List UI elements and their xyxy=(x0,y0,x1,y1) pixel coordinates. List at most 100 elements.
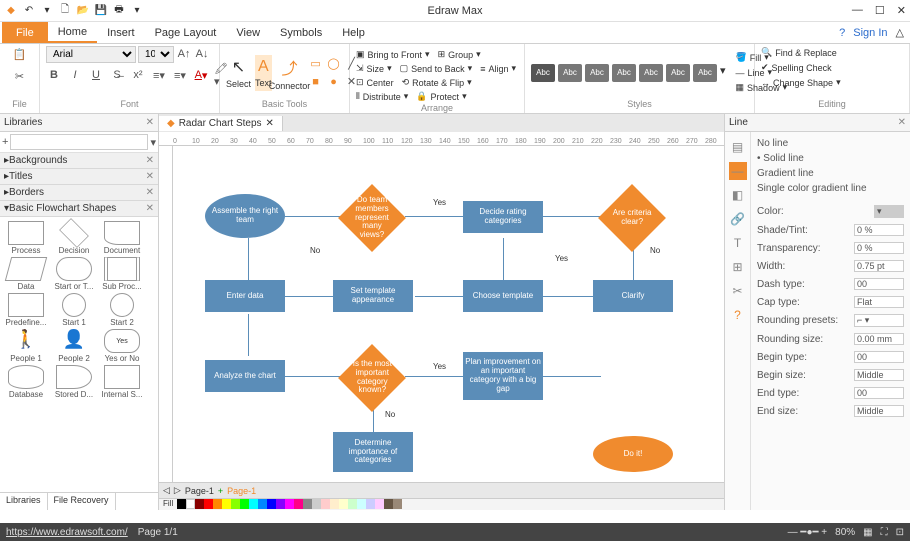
library-search-input[interactable] xyxy=(10,134,148,150)
open-icon[interactable]: 📂 xyxy=(76,4,90,18)
underline-icon[interactable]: U xyxy=(88,67,104,83)
shape-decision[interactable]: Decision xyxy=(52,221,96,255)
center[interactable]: ⊡ Center xyxy=(356,76,394,89)
save-icon[interactable]: 💾 xyxy=(94,4,108,18)
size[interactable]: ⇲ Size ▾ xyxy=(356,62,392,75)
tab-help[interactable]: Help xyxy=(332,22,375,43)
shape-stored-data[interactable]: Stored D... xyxy=(52,365,96,399)
fill-rect-icon[interactable]: ■ xyxy=(308,74,324,90)
line-type-solid[interactable]: • Solid line xyxy=(757,151,904,166)
shape-document[interactable]: Document xyxy=(100,221,144,255)
page-1-alt[interactable]: Page-1 xyxy=(227,486,256,496)
page-prev-icon[interactable]: ◁ xyxy=(163,485,170,496)
bullets-icon[interactable]: ≡▾ xyxy=(151,67,167,83)
font-size-select[interactable]: 10 xyxy=(138,46,174,63)
file-menu[interactable]: File xyxy=(2,22,48,43)
maximize-icon[interactable]: ☐ xyxy=(875,4,885,17)
preview-icon[interactable]: ▾ xyxy=(130,4,144,18)
rotate-flip[interactable]: ⟲ Rotate & Flip ▾ xyxy=(402,76,472,89)
style-thumb-7[interactable]: Abc xyxy=(693,64,717,82)
scissors-tool-icon[interactable]: ✂ xyxy=(729,282,747,300)
swatch[interactable] xyxy=(339,499,348,509)
swatch[interactable] xyxy=(303,499,312,509)
shape-start1[interactable]: Start 1 xyxy=(52,293,96,327)
style-thumb-6[interactable]: Abc xyxy=(666,64,690,82)
change-shape[interactable]: ↔ Change Shape ▾ xyxy=(761,76,841,89)
style-thumb-3[interactable]: Abc xyxy=(585,64,609,82)
esize-value[interactable]: Middle xyxy=(854,405,904,417)
find-replace[interactable]: 🔍 Find & Replace xyxy=(761,46,837,59)
align-icon[interactable]: ≡▾ xyxy=(172,67,188,83)
swatch[interactable] xyxy=(312,499,321,509)
font-color-icon[interactable]: A▾ xyxy=(193,67,209,83)
rsize-value[interactable]: 0.00 mm xyxy=(854,333,904,345)
connector[interactable] xyxy=(543,216,601,217)
connector[interactable] xyxy=(248,238,249,280)
fit-icon[interactable]: ⊡ xyxy=(896,527,904,538)
swatch[interactable] xyxy=(375,499,384,509)
ruler-tool-icon[interactable]: ⊞ xyxy=(729,258,747,276)
tab-symbols[interactable]: Symbols xyxy=(270,22,332,43)
distribute[interactable]: ⫴ Distribute ▾ xyxy=(356,90,408,103)
bsize-value[interactable]: Middle xyxy=(854,369,904,381)
cap-value[interactable]: Flat xyxy=(854,296,904,308)
node-criteria-clear[interactable]: Are criteria clear? xyxy=(598,184,666,252)
color-picker[interactable]: ▾ xyxy=(874,205,904,218)
grow-font-icon[interactable]: A↑ xyxy=(176,46,192,62)
print-icon[interactable]: 🖶 xyxy=(112,4,126,18)
shape-data[interactable]: Data xyxy=(4,257,48,291)
node-plan-improvement[interactable]: Plan improvement on an important categor… xyxy=(463,352,543,400)
shadow-tool-icon[interactable]: ◧ xyxy=(729,186,747,204)
collapse-ribbon-icon[interactable]: △ xyxy=(896,26,904,39)
line-type-no-line[interactable]: No line xyxy=(757,136,904,151)
line-panel-close-icon[interactable]: ✕ xyxy=(898,117,906,128)
swatch[interactable] xyxy=(366,499,375,509)
swatch[interactable] xyxy=(177,499,186,509)
tab-file-recovery[interactable]: File Recovery xyxy=(48,493,116,510)
spelling-check[interactable]: ✔ Spelling Check xyxy=(761,61,832,74)
page-next-icon[interactable]: ▷ xyxy=(174,485,181,496)
lib-cat-borders[interactable]: ▸ Borders✕ xyxy=(0,185,158,201)
undo-icon[interactable]: ↶ xyxy=(22,4,36,18)
node-clarify[interactable]: Clarify xyxy=(593,280,673,312)
connector[interactable] xyxy=(405,216,463,217)
tab-home[interactable]: Home xyxy=(48,22,97,43)
tab-close-icon[interactable]: ✕ xyxy=(266,118,274,129)
swatch[interactable] xyxy=(249,499,258,509)
sign-in-link[interactable]: Sign In xyxy=(853,27,887,39)
swatch[interactable] xyxy=(213,499,222,509)
select-tool[interactable]: ↖Select xyxy=(226,55,251,91)
swatch[interactable] xyxy=(267,499,276,509)
swatch[interactable] xyxy=(384,499,393,509)
shape-database[interactable]: Database xyxy=(4,365,48,399)
swatch[interactable] xyxy=(276,499,285,509)
shape-people2[interactable]: 👤People 2 xyxy=(52,329,96,363)
view-mode-icon[interactable]: ▦ xyxy=(863,527,872,538)
group[interactable]: ⊞ Group ▾ xyxy=(438,48,481,61)
rect-shape-icon[interactable]: ▭ xyxy=(308,56,324,72)
connector[interactable] xyxy=(285,216,343,217)
node-choose-template[interactable]: Choose template xyxy=(463,280,543,312)
bring-to-front[interactable]: ▣ Bring to Front ▾ xyxy=(356,48,430,61)
help-tool-icon[interactable]: ? xyxy=(729,306,747,324)
shape-internal-storage[interactable]: Internal S... xyxy=(100,365,144,399)
connector-tool[interactable]: ⤴Connector xyxy=(276,55,304,91)
swatch[interactable] xyxy=(204,499,213,509)
strike-icon[interactable]: S̶ xyxy=(109,67,125,83)
style-thumb-4[interactable]: Abc xyxy=(612,64,636,82)
swatch[interactable] xyxy=(240,499,249,509)
shape-yes-no[interactable]: YesYes or No xyxy=(100,329,144,363)
connector[interactable] xyxy=(543,376,601,377)
swatch[interactable] xyxy=(186,499,195,509)
node-category-known[interactable]: Is the most important category known? xyxy=(338,344,406,412)
doc-tab-radar[interactable]: ◆Radar Chart Steps✕ xyxy=(159,116,283,131)
etype-value[interactable]: 00 xyxy=(854,387,904,399)
dropdown-icon[interactable]: ▾ xyxy=(150,134,156,150)
connector[interactable] xyxy=(285,376,343,377)
lib-cat-flowchart[interactable]: ▾ Basic Flowchart Shapes✕ xyxy=(0,201,158,217)
node-enter-data[interactable]: Enter data xyxy=(205,280,285,312)
redo-icon[interactable]: ▾ xyxy=(40,4,54,18)
shape-start[interactable]: Start or T... xyxy=(52,257,96,291)
styles-more-icon[interactable]: ▾ xyxy=(720,64,726,82)
shade-value[interactable]: 0 % xyxy=(854,224,904,236)
